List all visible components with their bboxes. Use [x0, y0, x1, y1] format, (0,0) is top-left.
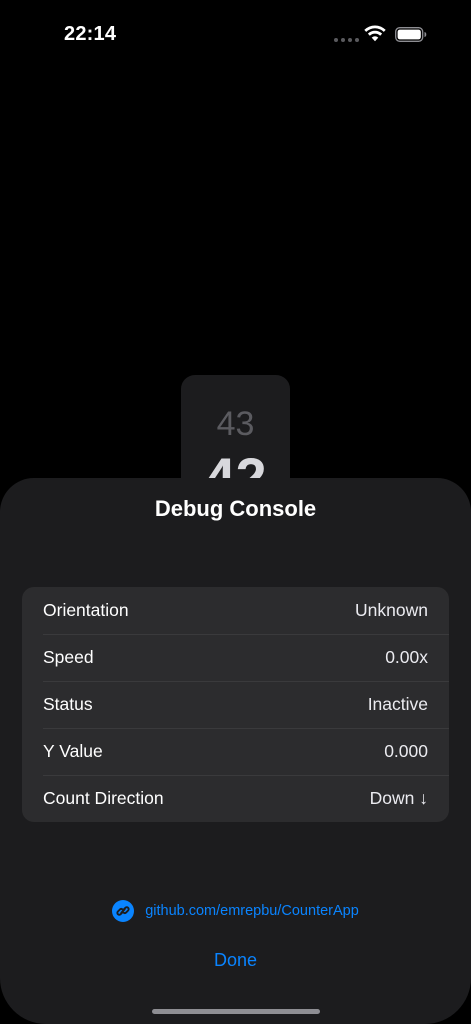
debug-console-sheet: Debug Console Orientation Unknown Speed … [0, 478, 471, 1024]
info-row-speed: Speed 0.00x [22, 634, 449, 681]
info-label: Count Direction [43, 788, 164, 808]
info-value: 0.00x [385, 647, 428, 667]
info-row-status: Status Inactive [22, 681, 449, 728]
counter-previous-value: 43 [216, 405, 255, 443]
info-label: Orientation [43, 600, 129, 620]
info-value: 0.000 [384, 741, 428, 761]
done-button[interactable]: Done [185, 945, 286, 975]
link-icon [112, 900, 135, 922]
sheet-title: Debug Console [154, 496, 317, 521]
cellular-signal-icon [334, 38, 359, 42]
info-value: Down ↓ [369, 788, 428, 808]
info-value: Unknown [355, 600, 428, 620]
info-row-orientation: Orientation Unknown [22, 587, 449, 634]
info-label: Speed [43, 647, 94, 667]
home-indicator[interactable] [152, 1009, 320, 1014]
status-bar: 22:14 [0, 0, 471, 70]
info-row-y-value: Y Value 0.000 [22, 728, 449, 775]
info-label: Status [43, 694, 93, 714]
github-link[interactable]: github.com/emrepbu/CounterApp [0, 900, 471, 922]
info-row-count-direction: Count Direction Down ↓ [22, 775, 449, 822]
info-value: Inactive [367, 694, 428, 714]
battery-icon [395, 27, 427, 42]
info-label: Y Value [43, 741, 103, 761]
wifi-icon [364, 25, 386, 42]
debug-info-list: Orientation Unknown Speed 0.00x Status I… [22, 587, 449, 822]
status-time: 22:14 [64, 23, 117, 45]
github-link-text[interactable]: github.com/emrepbu/CounterApp [145, 903, 359, 919]
